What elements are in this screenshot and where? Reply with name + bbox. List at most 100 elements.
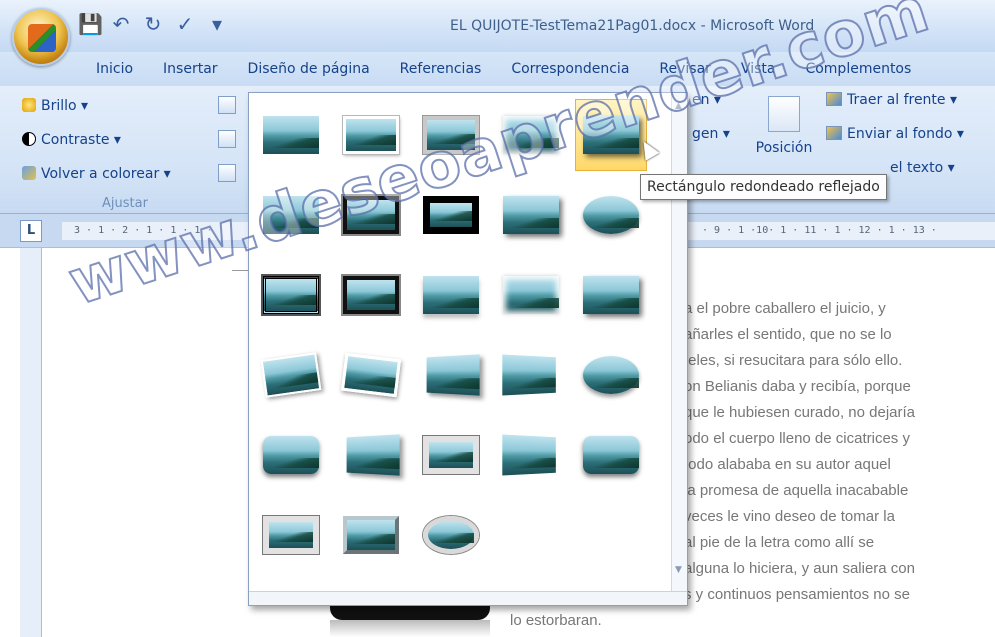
picture-style-shadow[interactable] bbox=[495, 179, 567, 251]
picture-style-black[interactable] bbox=[335, 259, 407, 331]
picture-style-round[interactable] bbox=[255, 419, 327, 491]
tab-insertar[interactable]: Insertar bbox=[163, 61, 218, 77]
recolor-icon bbox=[22, 166, 36, 180]
document-line: teles, si resucitara para sólo ello. bbox=[684, 352, 903, 369]
picture-style-tilt[interactable] bbox=[255, 339, 327, 411]
brightness-label: Brillo ▾ bbox=[41, 98, 89, 114]
adjust-group: Brillo ▾ Contraste ▾ Volver a colorear ▾… bbox=[22, 92, 248, 211]
picture-style-thumbnail bbox=[343, 276, 399, 314]
brightness-icon bbox=[22, 98, 36, 112]
picture-style-oval[interactable] bbox=[575, 179, 647, 251]
document-line: añarles el sentido, que no se lo bbox=[684, 326, 892, 343]
tab-inicio[interactable]: Inicio bbox=[96, 61, 133, 77]
brightness-button[interactable]: Brillo ▾ bbox=[22, 98, 88, 114]
compress-icon[interactable] bbox=[218, 96, 236, 114]
office-logo-icon bbox=[28, 24, 56, 52]
picture-style-thumbnail bbox=[423, 276, 479, 314]
picture-style-persp2[interactable] bbox=[495, 419, 567, 491]
picture-style-persp2[interactable] bbox=[495, 339, 567, 411]
redo-icon[interactable]: ↻ bbox=[142, 12, 164, 36]
picture-style-thumbnail bbox=[260, 352, 322, 398]
send-to-back-button[interactable]: Enviar al fondo ▾ bbox=[826, 126, 964, 142]
picture-style-refl[interactable] bbox=[415, 259, 487, 331]
picture-style-thumbnail bbox=[583, 276, 639, 314]
contrast-label: Contraste ▾ bbox=[41, 132, 121, 148]
picture-reflection bbox=[330, 620, 490, 637]
gallery-resize-handle[interactable] bbox=[249, 591, 687, 605]
picture-style-ring[interactable] bbox=[415, 499, 487, 571]
undo-icon[interactable]: ↶ bbox=[110, 12, 132, 36]
picture-style-thumbnail bbox=[343, 516, 399, 554]
picture-style-thumbnail bbox=[583, 196, 639, 234]
contrast-icon bbox=[22, 132, 36, 146]
document-line: al pie de la letra como allí se bbox=[684, 534, 875, 551]
send-to-back-label: Enviar al fondo ▾ bbox=[847, 126, 964, 142]
text-wrap-label: el texto ▾ bbox=[890, 160, 955, 176]
picture-style-frame[interactable] bbox=[415, 419, 487, 491]
recolor-button[interactable]: Volver a colorear ▾ bbox=[22, 166, 171, 182]
picture-style-thumbnail bbox=[263, 436, 319, 474]
document-line: on Belianis daba y recibía, porque bbox=[684, 378, 911, 395]
document-line: alguna lo hiciera, y aun saliera con bbox=[684, 560, 915, 577]
document-line: que le hubiesen curado, no dejaría bbox=[684, 404, 916, 421]
picture-style-thumbnail bbox=[583, 356, 639, 394]
document-line: a el pobre caballero el juicio, y bbox=[684, 300, 886, 317]
picture-style-plain[interactable] bbox=[255, 99, 327, 171]
document-line: todo alababa en su autor aquel bbox=[684, 456, 891, 473]
tab-selector[interactable]: L bbox=[20, 220, 42, 242]
adjust-group-label: Ajustar bbox=[102, 196, 148, 211]
customize-qat-icon[interactable]: ▾ bbox=[206, 12, 228, 36]
tab-dise-o-de-p-gina[interactable]: Diseño de página bbox=[248, 61, 370, 77]
picture-style-thumbnail bbox=[583, 436, 639, 474]
picture-style-thumbnail bbox=[340, 352, 402, 398]
cut-item-2[interactable]: gen ▾ bbox=[692, 126, 730, 142]
picture-style-thumbnail bbox=[423, 516, 479, 554]
picture-style-thumbnail bbox=[502, 354, 556, 396]
picture-style-thumbnail bbox=[503, 276, 559, 314]
bring-to-front-label: Traer al frente ▾ bbox=[847, 92, 958, 108]
document-last-line: lo estorbaran. bbox=[510, 612, 602, 629]
text-wrap-button[interactable]: el texto ▾ bbox=[890, 160, 955, 176]
picture-style-thumbnail bbox=[263, 516, 319, 554]
ruler-right-marks: · 9 · 1 ·10· 1 · 11 · 1 · 12 · 1 · 13 · bbox=[702, 225, 937, 236]
spelling-icon[interactable]: ✓ bbox=[174, 12, 196, 36]
document-line: odo el cuerpo lleno de cicatrices y bbox=[684, 430, 910, 447]
picture-style-thumbnail bbox=[502, 434, 556, 476]
picture-style-tilt2[interactable] bbox=[335, 339, 407, 411]
document-line: veces le vino deseo de tomar la bbox=[684, 508, 895, 525]
picture-style-thumbnail bbox=[261, 274, 321, 316]
picture-style-thumbnail bbox=[346, 434, 400, 476]
contrast-button[interactable]: Contraste ▾ bbox=[22, 132, 121, 148]
picture-style-dbl[interactable] bbox=[255, 259, 327, 331]
recolor-label: Volver a colorear ▾ bbox=[41, 166, 171, 182]
change-picture-icon[interactable] bbox=[218, 130, 236, 148]
picture-style-soft[interactable] bbox=[495, 259, 567, 331]
vertical-ruler bbox=[20, 248, 42, 637]
position-button[interactable]: Posición bbox=[754, 96, 814, 176]
tab-referencias[interactable]: Referencias bbox=[400, 61, 482, 77]
picture-style-thumbnail bbox=[263, 116, 319, 154]
picture-style-round[interactable] bbox=[575, 419, 647, 491]
position-icon bbox=[768, 96, 800, 132]
bring-to-front-icon bbox=[826, 92, 842, 106]
office-button[interactable] bbox=[12, 8, 70, 66]
scroll-down-icon[interactable]: ▼ bbox=[675, 565, 682, 575]
document-text[interactable]: a el pobre caballero el juicio, y añarles… bbox=[684, 296, 990, 608]
document-line: s y continuos pensamientos no se bbox=[684, 586, 910, 603]
gallery-scrollbar[interactable]: ▲ ▼ bbox=[671, 93, 687, 605]
document-line: la promesa de aquella inacabable bbox=[684, 482, 909, 499]
picture-style-persp[interactable] bbox=[335, 419, 407, 491]
picture-style-bevel[interactable] bbox=[335, 499, 407, 571]
picture-style-thumbnail bbox=[423, 436, 479, 474]
picture-style-frame[interactable] bbox=[255, 499, 327, 571]
bring-to-front-button[interactable]: Traer al frente ▾ bbox=[826, 92, 957, 108]
style-tooltip: Rectángulo redondeado reflejado bbox=[640, 174, 887, 200]
send-to-back-icon bbox=[826, 126, 842, 140]
picture-style-thumbnail bbox=[426, 354, 480, 396]
picture-style-persp[interactable] bbox=[415, 339, 487, 411]
save-icon[interactable]: 💾 bbox=[78, 12, 103, 36]
picture-style-oval[interactable] bbox=[575, 339, 647, 411]
position-label: Posición bbox=[755, 140, 813, 156]
picture-style-shadow[interactable] bbox=[575, 259, 647, 331]
reset-picture-icon[interactable] bbox=[218, 164, 236, 182]
